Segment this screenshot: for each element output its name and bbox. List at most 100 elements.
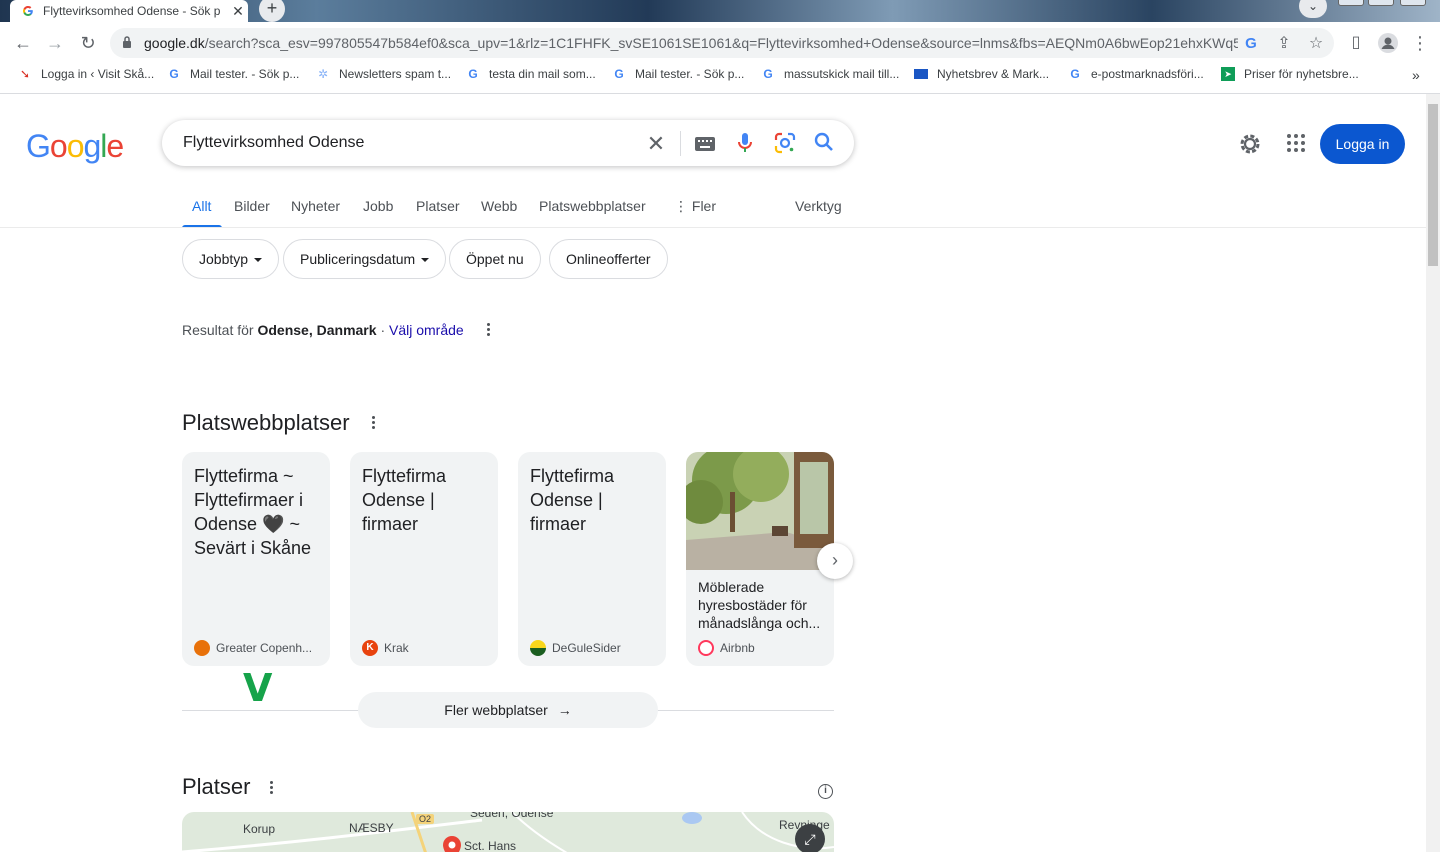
results-options-icon[interactable] <box>484 322 492 338</box>
window-restore-button[interactable] <box>1368 0 1394 6</box>
bookmark-label: Nyhetsbrev & Mark... <box>937 67 1050 81</box>
card-title: Flyttefirma Odense | firmaer <box>362 466 447 534</box>
bookmark-item[interactable]: ➤ Priser för nyhetsbre... <box>1221 67 1359 81</box>
scrollbar-thumb[interactable] <box>1428 104 1438 266</box>
tab-close-icon[interactable]: ✕ <box>228 3 248 20</box>
tab-tools[interactable]: Verktyg <box>795 198 842 214</box>
bookmark-item[interactable]: Nyhetsbrev & Mark... <box>914 67 1049 81</box>
airbnb-favicon-icon <box>698 640 714 656</box>
card-source-label: DeGuleSider <box>552 641 621 655</box>
browser-menu-icon[interactable]: ⋮ <box>1407 30 1433 56</box>
back-arrow-icon[interactable]: ← <box>10 30 36 56</box>
tab-all[interactable]: Allt <box>192 198 211 214</box>
bookmark-label: Priser för nyhetsbre... <box>1244 67 1359 81</box>
card-source-label: Greater Copenh... <box>216 641 313 655</box>
google-icon: G <box>468 67 478 81</box>
map-label: Korup <box>243 822 276 836</box>
bookmark-item[interactable]: ➘ Logga in ‹ Visit Skå... <box>18 67 154 81</box>
google-icon: G <box>169 67 179 81</box>
map-pin-icon[interactable] <box>441 836 463 852</box>
profile-avatar-icon[interactable] <box>1375 30 1401 56</box>
chip-job-type[interactable]: Jobbtyp <box>182 239 280 279</box>
bookmark-star-icon[interactable]: ☆ <box>1305 33 1327 55</box>
forward-arrow-icon[interactable]: → <box>42 30 68 56</box>
search-box-divider <box>680 131 681 156</box>
google-icon: G <box>763 67 773 81</box>
chip-label: Jobbtyp <box>199 251 249 267</box>
chip-label: Öppet nu <box>466 251 524 267</box>
tab-strip: Flyttevirksomhed Odense - Sök p ✕ + ⌄ <box>0 0 1440 22</box>
google-logo[interactable]: Google <box>26 128 124 165</box>
tab-local-websites[interactable]: Platswebbplatser <box>539 198 646 214</box>
bookmark-item[interactable]: ✲ Newsletters spam t... <box>316 67 451 81</box>
bookmark-label: e-postmarknadsföri... <box>1091 67 1204 81</box>
results-for-separator: · <box>380 322 386 338</box>
browser-tab[interactable]: Flyttevirksomhed Odense - Sök p ✕ <box>10 0 248 22</box>
share-icon[interactable]: ⇪ <box>1273 33 1295 55</box>
tab-jobs[interactable]: Jobb <box>363 198 393 214</box>
chip-published-date[interactable]: Publiceringsdatum <box>283 239 447 279</box>
google-lens-icon[interactable] <box>773 132 797 156</box>
carousel-next-chevron-icon[interactable]: › <box>817 543 853 579</box>
search-box[interactable]: Flyttevirksomhed Odense ✕ <box>162 120 854 166</box>
map-label: Seden, Odense <box>470 812 554 820</box>
chip-open-now[interactable]: Öppet nu <box>449 239 541 279</box>
results-for-location: Odense, Danmark <box>257 322 377 338</box>
website-card[interactable]: Flyttefirma ~ Flyttefirmaer i Odense 🖤 ~… <box>182 452 330 666</box>
tab-search-chevron-icon[interactable]: ⌄ <box>1299 0 1327 18</box>
search-input[interactable]: Flyttevirksomhed Odense <box>183 134 364 152</box>
choose-area-link[interactable]: Välj område <box>389 322 464 338</box>
microphone-icon[interactable] <box>733 132 757 156</box>
window-close-button[interactable] <box>1400 0 1426 6</box>
window-minimize-button[interactable] <box>1338 0 1364 6</box>
bookmarks-overflow-icon[interactable]: » <box>1412 67 1420 83</box>
website-card[interactable]: Flyttefirma Odense | firmaer DeGuleSider <box>518 452 666 666</box>
website-card[interactable]: Flyttefirma Odense | firmaer K Krak <box>350 452 498 666</box>
expand-map-icon[interactable]: ⤢ <box>795 824 825 852</box>
browser-chrome: Flyttevirksomhed Odense - Sök p ✕ + ⌄ ← … <box>0 0 1440 94</box>
keyboard-icon[interactable] <box>693 132 717 156</box>
tab-more[interactable]: ⋮ Fler <box>674 198 716 215</box>
bookmark-item[interactable]: G Mail tester. - Sök p... <box>167 67 299 81</box>
places-options-icon[interactable] <box>267 780 275 796</box>
page-scrollbar[interactable] <box>1426 94 1440 852</box>
card-title: Möblerade hyresbostäder för månadslånga … <box>698 579 821 631</box>
bookmark-item[interactable]: Ge-postmarknadsföri... <box>1068 67 1204 81</box>
places-map[interactable]: Korup NÆSBY O2 Seden, Odense Sct. Hans R… <box>182 812 834 852</box>
website-card[interactable]: Möblerade hyresbostäder för månadslånga … <box>686 452 834 666</box>
tab-places[interactable]: Platser <box>416 198 460 214</box>
tab-more-label: Fler <box>691 198 717 214</box>
clear-search-icon[interactable]: ✕ <box>644 132 668 156</box>
more-websites-button[interactable]: Fler webbplatser → <box>358 692 658 728</box>
search-icon[interactable] <box>812 132 836 156</box>
tab-images[interactable]: Bilder <box>234 198 270 214</box>
settings-gear-icon[interactable] <box>1237 131 1263 157</box>
google-lens-g-icon[interactable]: G <box>1240 33 1262 55</box>
local-websites-options-icon[interactable] <box>369 415 377 431</box>
annotation-mark: V <box>243 666 273 710</box>
google-apps-icon[interactable] <box>1284 131 1308 155</box>
card-photo <box>686 452 834 570</box>
tab-web[interactable]: Webb <box>481 198 517 214</box>
caret-down-icon <box>421 258 430 263</box>
arrow-icon: ➘ <box>19 67 31 81</box>
tab-news[interactable]: Nyheter <box>291 198 340 214</box>
new-tab-button[interactable]: + <box>259 0 285 22</box>
bookmark-item[interactable]: Gtesta din mail som... <box>466 67 595 81</box>
side-panel-icon[interactable]: ▯ <box>1343 30 1369 56</box>
bookmark-item[interactable]: Gmassutskick mail till... <box>761 67 899 81</box>
chip-label: Onlineofferter <box>566 251 651 267</box>
tab-title: Flyttevirksomhed Odense - Sök p <box>43 4 221 18</box>
card-source-label: Airbnb <box>720 641 755 655</box>
navigation-bar: ← → ↻ google.dk/search?sca_esv=997805547… <box>0 28 1440 58</box>
bookmark-item[interactable]: G Mail tester. - Sök p... <box>612 67 744 81</box>
info-icon[interactable]: i <box>818 784 833 799</box>
address-bar[interactable]: google.dk/search?sca_esv=997805547b584ef… <box>110 28 1334 58</box>
chip-online-quotes[interactable]: Onlineofferter <box>549 239 668 279</box>
login-button[interactable]: Logga in <box>1320 124 1405 164</box>
reload-icon[interactable]: ↻ <box>75 30 101 56</box>
bookmarks-bar: ➘ Logga in ‹ Visit Skå... G Mail tester. -… <box>0 62 1440 88</box>
arrow-right-icon: → <box>557 702 572 718</box>
card-source: Greater Copenh... <box>194 640 324 656</box>
bookmark-label: Mail tester. - Sök p... <box>635 67 745 81</box>
